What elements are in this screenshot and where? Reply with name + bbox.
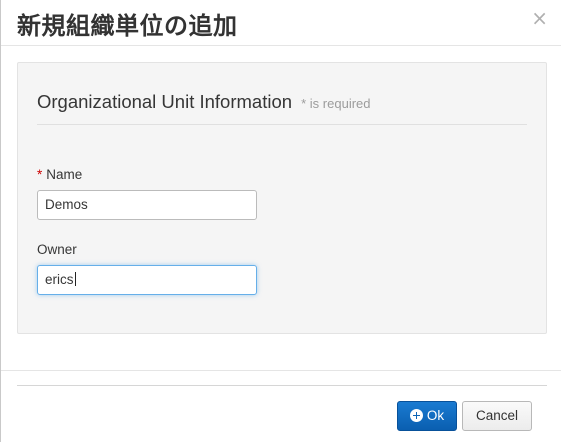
name-field[interactable]: Demos: [37, 190, 257, 220]
name-label: Name: [46, 167, 83, 182]
required-note: * is required: [301, 96, 371, 111]
cancel-button[interactable]: Cancel: [462, 401, 532, 431]
name-field-value: Demos: [45, 197, 88, 212]
required-marker: *: [37, 167, 43, 182]
owner-field-value: erics: [45, 272, 74, 287]
plus-circle-icon: [409, 409, 423, 422]
owner-label: Owner: [37, 242, 77, 257]
name-label-group: * Name: [37, 167, 82, 182]
form-panel: Organizational Unit Information * is req…: [17, 62, 547, 334]
dialog-header: 新規組織単位の追加 ×: [1, 0, 561, 46]
text-caret: [74, 272, 76, 286]
close-icon[interactable]: ×: [531, 8, 548, 28]
footer-divider: [17, 385, 547, 386]
dialog-title: 新規組織単位の追加: [17, 12, 238, 40]
cancel-button-label: Cancel: [475, 408, 519, 423]
add-org-unit-dialog: 新規組織単位の追加 × Organizational Unit Informat…: [0, 0, 561, 442]
owner-field[interactable]: erics: [37, 265, 257, 295]
ok-button-label: Ok: [426, 408, 445, 423]
ok-button[interactable]: Ok: [397, 401, 457, 431]
dialog-footer: Ok Cancel: [1, 370, 561, 442]
section-title: Organizational Unit Information: [37, 91, 293, 112]
section-legend: Organizational Unit Information * is req…: [37, 91, 527, 125]
